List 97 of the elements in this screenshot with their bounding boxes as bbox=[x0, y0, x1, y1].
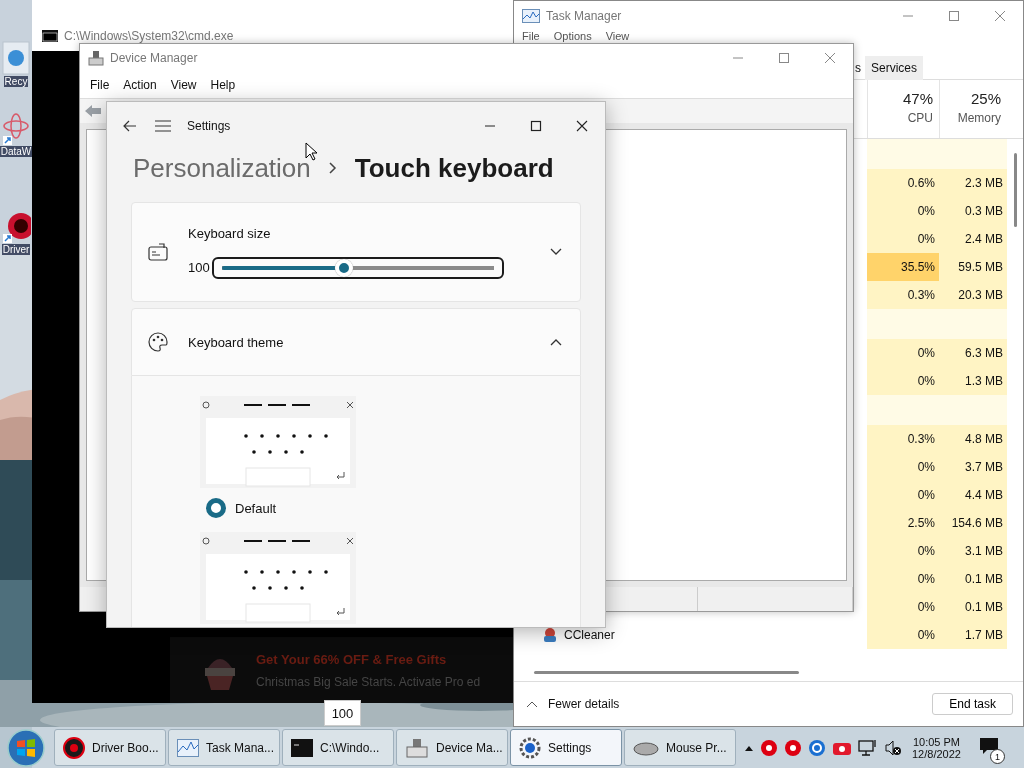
table-cell bbox=[939, 395, 1007, 425]
table-cell: 2.5% bbox=[867, 509, 939, 537]
table-cell: 0.1 MB bbox=[939, 565, 1007, 593]
taskbar-button[interactable]: Task Mana... bbox=[168, 729, 280, 766]
column-header[interactable]: 25% Memory bbox=[939, 80, 1007, 138]
table-cell: 35.5% bbox=[867, 253, 939, 281]
computer-icon bbox=[88, 50, 104, 66]
palette-icon bbox=[148, 332, 168, 352]
chart-icon bbox=[177, 738, 199, 757]
taskbar-button[interactable]: C:\Windo... bbox=[282, 729, 394, 766]
table-cell: 1.3 MB bbox=[939, 367, 1007, 395]
table-cell: 0% bbox=[867, 339, 939, 367]
tooltip: 100 bbox=[324, 700, 361, 726]
table-cell: 0% bbox=[867, 593, 939, 621]
table-cell: 0% bbox=[867, 225, 939, 253]
scrollbar-thumb[interactable] bbox=[534, 670, 799, 674]
menu-item[interactable]: View bbox=[605, 30, 630, 42]
ad-headline: Get Your 66% OFF & Free Gifts bbox=[256, 651, 448, 667]
notification-icon[interactable] bbox=[978, 737, 999, 755]
chevron-up-icon[interactable] bbox=[550, 338, 562, 346]
setting-label: Keyboard theme bbox=[188, 334, 285, 350]
table-cell: 0% bbox=[867, 565, 939, 593]
end-task-button[interactable]: End task bbox=[932, 693, 1013, 715]
resize-icon bbox=[148, 243, 168, 261]
clock[interactable]: 10:05 PM 12/8/2022 bbox=[912, 735, 961, 760]
settings-card[interactable]: Keyboard theme bbox=[131, 308, 581, 376]
table-cell: 0.3% bbox=[867, 281, 939, 309]
table-cell: 0% bbox=[867, 537, 939, 565]
console-icon bbox=[291, 738, 313, 757]
table-cell bbox=[867, 139, 939, 169]
back-arrow-icon[interactable] bbox=[123, 120, 137, 132]
menu-item[interactable]: View bbox=[170, 78, 197, 92]
muted-speaker-icon[interactable] bbox=[884, 738, 902, 757]
radio-button[interactable] bbox=[206, 498, 226, 518]
window-title: Task Manager bbox=[546, 8, 622, 23]
table-cell: 4.8 MB bbox=[939, 425, 1007, 453]
tab[interactable]: Services bbox=[865, 56, 923, 80]
computer-icon bbox=[405, 737, 429, 758]
taskbar-button[interactable]: Driver Boo... bbox=[54, 729, 166, 766]
chevron-right-icon bbox=[328, 162, 337, 174]
table-cell: 3.7 MB bbox=[939, 453, 1007, 481]
window-title: C:\Windows\System32\cmd.exe bbox=[64, 30, 234, 42]
setting-label: Keyboard size bbox=[188, 225, 272, 241]
table-cell: 0% bbox=[867, 453, 939, 481]
circle-icon[interactable] bbox=[808, 738, 826, 757]
taskbar-button[interactable]: Device Ma... bbox=[396, 729, 508, 766]
breadcrumb-link[interactable]: Personalization bbox=[133, 152, 311, 184]
table-cell bbox=[939, 139, 1007, 169]
table-cell: 4.4 MB bbox=[939, 481, 1007, 509]
menu-item[interactable]: Options bbox=[553, 30, 592, 42]
table-cell bbox=[867, 309, 939, 339]
chart-icon bbox=[522, 8, 540, 23]
ad-text: Christmas Big Sale Starts. Activate Pro ed bbox=[256, 674, 481, 689]
page-title: Touch keyboard bbox=[354, 152, 554, 184]
menu-icon[interactable] bbox=[155, 120, 171, 132]
scrollbar-thumb[interactable] bbox=[1014, 153, 1017, 227]
table-cell bbox=[867, 395, 939, 425]
window-title: Settings bbox=[187, 119, 231, 133]
table-cell: 6.3 MB bbox=[939, 339, 1007, 367]
table-cell: 0.6% bbox=[867, 169, 939, 197]
table-cell: 0% bbox=[867, 197, 939, 225]
fewer-details-button[interactable]: Fewer details bbox=[526, 697, 620, 711]
table-cell: 2.3 MB bbox=[939, 169, 1007, 197]
slider-thumb[interactable] bbox=[335, 258, 354, 277]
radio-label[interactable]: Default bbox=[235, 500, 277, 516]
table-cell: 0.1 MB bbox=[939, 593, 1007, 621]
chevron-down-icon[interactable] bbox=[550, 248, 562, 256]
chevron-up-icon bbox=[526, 700, 538, 708]
column-header[interactable]: 47% CPU bbox=[867, 80, 939, 138]
menu-item[interactable]: Help bbox=[210, 78, 236, 92]
table-cell: 0% bbox=[867, 367, 939, 395]
slider-value: 100 bbox=[188, 260, 210, 275]
menu-item[interactable]: Action bbox=[123, 78, 157, 92]
table-cell: 20.3 MB bbox=[939, 281, 1007, 309]
table-cell: 2.4 MB bbox=[939, 225, 1007, 253]
table-cell: 1.7 MB bbox=[939, 621, 1007, 649]
menu-item[interactable]: File bbox=[90, 78, 110, 92]
table-cell: 0.3 MB bbox=[939, 197, 1007, 225]
table-cell: 0% bbox=[867, 621, 939, 649]
tab[interactable]: s bbox=[853, 56, 863, 80]
process-name[interactable]: CCleaner bbox=[564, 628, 615, 642]
menu-item[interactable]: File bbox=[522, 30, 540, 42]
taskbar-button[interactable]: Mouse Pr... bbox=[624, 729, 736, 766]
maximize-icon[interactable] bbox=[530, 120, 542, 132]
table-cell: 154.6 MB bbox=[939, 509, 1007, 537]
network-icon[interactable] bbox=[858, 738, 878, 757]
table-cell bbox=[939, 309, 1007, 339]
notification-badge: 1 bbox=[989, 749, 1005, 764]
table-cell: 59.5 MB bbox=[939, 253, 1007, 281]
table-cell: 0.3% bbox=[867, 425, 939, 453]
settings-icon bbox=[519, 736, 541, 759]
table-cell: 3.1 MB bbox=[939, 537, 1007, 565]
close-icon[interactable] bbox=[576, 120, 588, 132]
table-cell: 0% bbox=[867, 481, 939, 509]
window-title: Device Manager bbox=[110, 51, 198, 65]
taskbar-button[interactable]: Settings bbox=[510, 729, 622, 766]
mouse-icon bbox=[633, 739, 659, 756]
